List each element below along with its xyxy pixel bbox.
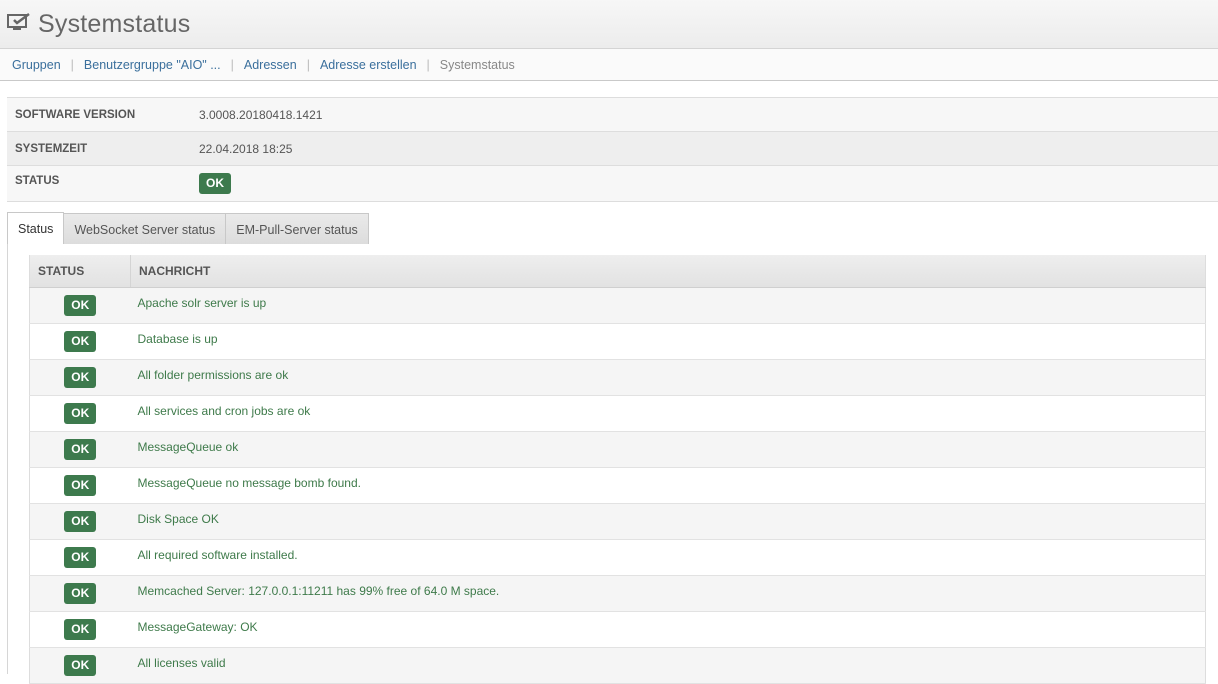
table-row: OK MessageQueue ok (29, 431, 1206, 468)
system-time-value: 22.04.2018 18:25 (191, 131, 1218, 166)
tab-bar: Status WebSocket Server status EM-Pull-S… (7, 212, 369, 245)
status-badge: OK (199, 173, 231, 194)
table-row: OK Disk Space OK (29, 503, 1206, 540)
table-row: OK MessageQueue no message bomb found. (29, 467, 1206, 504)
breadcrumb-separator: | (70, 57, 74, 72)
tab-status[interactable]: Status (7, 212, 65, 245)
row-status-badge: OK (64, 547, 97, 568)
row-status-badge: OK (64, 367, 97, 388)
row-message: Apache solr server is up (130, 287, 1206, 324)
software-version-label: SOFTWARE VERSION (7, 97, 191, 132)
row-message: All services and cron jobs are ok (130, 395, 1206, 432)
row-status-badge: OK (64, 475, 97, 496)
info-row-status: STATUS OK (7, 165, 1218, 202)
table-row: OK All licenses valid (29, 647, 1206, 684)
row-status-badge: OK (64, 583, 97, 604)
row-status-badge: OK (64, 403, 97, 424)
software-version-value: 3.0008.20180418.1421 (191, 97, 1218, 132)
system-info-table: SOFTWARE VERSION 3.0008.20180418.1421 SY… (7, 97, 1218, 202)
breadcrumb-current: Systemstatus (439, 57, 515, 72)
table-row: OK Database is up (29, 323, 1206, 360)
breadcrumb-gruppen[interactable]: Gruppen (12, 58, 61, 72)
breadcrumb-separator: | (306, 57, 310, 72)
row-message: MessageQueue no message bomb found. (130, 467, 1206, 504)
row-message: All folder permissions are ok (130, 359, 1206, 396)
breadcrumb-separator: | (426, 57, 430, 72)
table-row: OK Apache solr server is up (29, 287, 1206, 324)
row-message: All required software installed. (130, 539, 1206, 576)
row-message: Database is up (130, 323, 1206, 360)
row-message: All licenses valid (130, 647, 1206, 684)
table-row: OK All required software installed. (29, 539, 1206, 576)
table-row: OK All services and cron jobs are ok (29, 395, 1206, 432)
page-title: Systemstatus (38, 9, 191, 38)
breadcrumb-adressen[interactable]: Adressen (244, 58, 297, 72)
breadcrumb-benutzergruppe[interactable]: Benutzergruppe "AIO" ... (84, 58, 221, 72)
info-row-system-time: SYSTEMZEIT 22.04.2018 18:25 (7, 131, 1218, 166)
row-message: MessageQueue ok (130, 431, 1206, 468)
column-header-status[interactable]: STATUS (29, 255, 131, 288)
table-row: OK All folder permissions are ok (29, 359, 1206, 396)
info-row-software-version: SOFTWARE VERSION 3.0008.20180418.1421 (7, 97, 1218, 132)
row-message: Memcached Server: 127.0.0.1:11211 has 99… (130, 575, 1206, 612)
table-row: OK Memcached Server: 127.0.0.1:11211 has … (29, 575, 1206, 612)
breadcrumb-separator: | (230, 57, 234, 72)
breadcrumb-adresse-erstellen[interactable]: Adresse erstellen (320, 58, 417, 72)
row-status-badge: OK (64, 511, 97, 532)
table-header-row: STATUS NACHRICHT (29, 255, 1206, 288)
status-messages-table: STATUS NACHRICHT OK Apache solr server is… (29, 255, 1206, 684)
row-status-badge: OK (64, 439, 97, 460)
status-tab-panel: STATUS NACHRICHT OK Apache solr server is… (7, 244, 1218, 684)
table-row: OK MessageGateway: OK (29, 611, 1206, 648)
row-status-badge: OK (64, 331, 97, 352)
status-label: STATUS (7, 165, 191, 202)
system-time-label: SYSTEMZEIT (7, 131, 191, 166)
column-header-nachricht[interactable]: NACHRICHT (130, 255, 1206, 288)
row-status-badge: OK (64, 655, 97, 676)
page-header: Systemstatus (0, 0, 1218, 49)
tab-websocket-server-status[interactable]: WebSocket Server status (63, 213, 227, 245)
row-message: MessageGateway: OK (130, 611, 1206, 648)
row-status-badge: OK (64, 295, 97, 316)
breadcrumb: Gruppen | Benutzergruppe "AIO" ... | Adr… (0, 49, 1218, 81)
monitor-check-icon (7, 13, 33, 35)
tab-em-pull-server-status[interactable]: EM-Pull-Server status (225, 213, 369, 245)
row-status-badge: OK (64, 619, 97, 640)
row-message: Disk Space OK (130, 503, 1206, 540)
